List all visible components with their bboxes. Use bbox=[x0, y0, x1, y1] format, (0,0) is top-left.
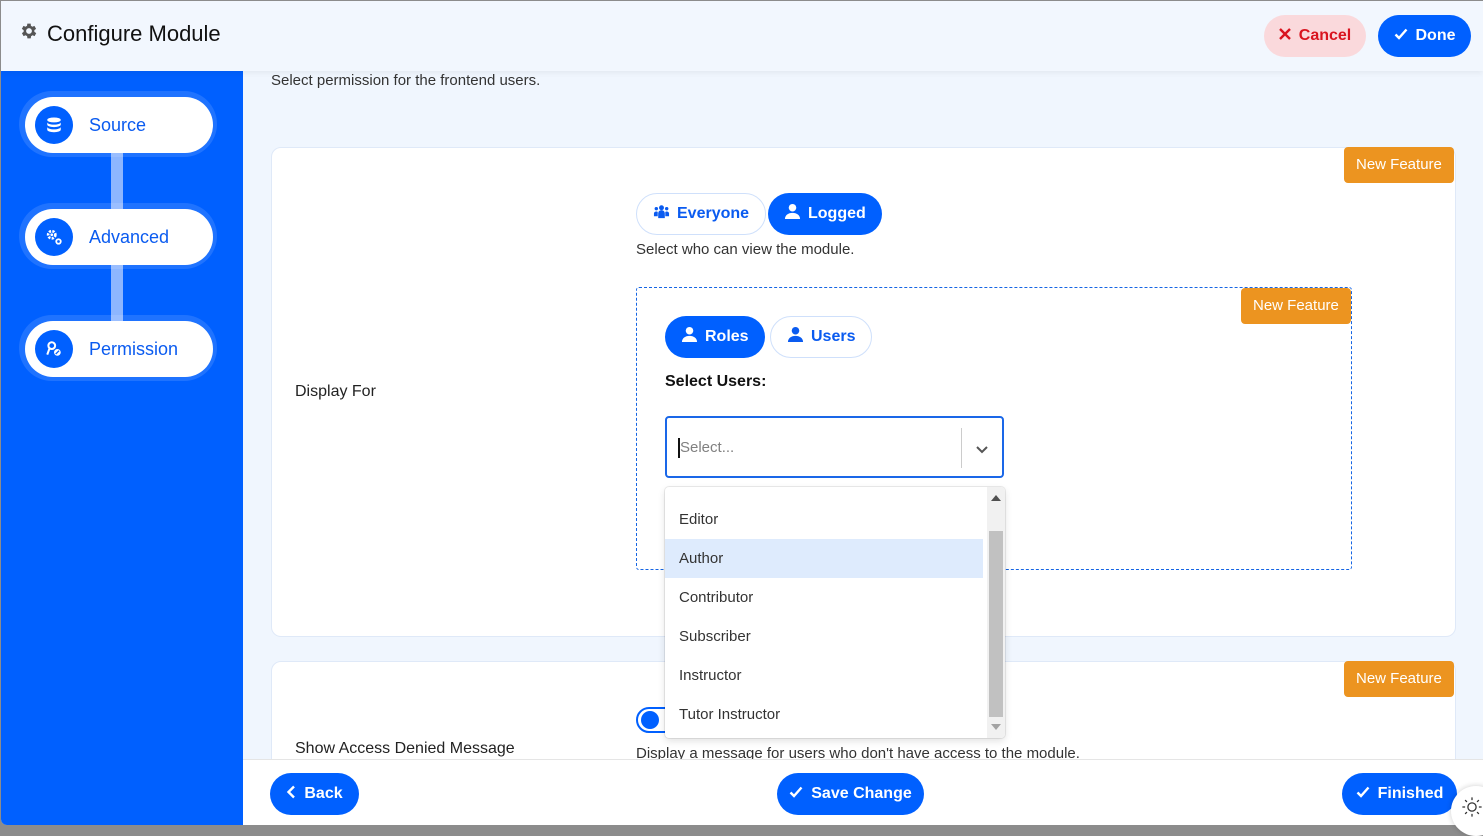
select-placeholder: Select... bbox=[680, 439, 735, 456]
audience-everyone-button[interactable]: Everyone bbox=[636, 193, 767, 235]
dropdown-option[interactable]: Tutor Instructor bbox=[665, 695, 983, 734]
access-denied-label: Show Access Denied Message bbox=[295, 740, 515, 757]
select-separator bbox=[961, 428, 962, 468]
dropdown-option[interactable]: Contributor bbox=[665, 578, 983, 617]
chevron-down-icon[interactable] bbox=[973, 440, 991, 458]
key-icon bbox=[35, 330, 73, 368]
user-icon bbox=[787, 326, 804, 348]
check-icon bbox=[1356, 785, 1370, 803]
database-icon bbox=[35, 106, 73, 144]
sidebar-step-source[interactable]: Source bbox=[19, 91, 217, 157]
check-icon bbox=[1394, 27, 1408, 45]
cancel-button[interactable]: Cancel bbox=[1264, 15, 1366, 57]
step-label: Advanced bbox=[89, 226, 170, 247]
user-icon bbox=[784, 203, 801, 225]
save-label: Save Change bbox=[811, 785, 912, 802]
mode-users-button[interactable]: Users bbox=[770, 316, 873, 358]
chip-label: Roles bbox=[705, 328, 749, 345]
dropdown-option[interactable]: Subscriber bbox=[665, 617, 983, 656]
dropdown-option[interactable]: Instructor bbox=[665, 656, 983, 695]
dropdown-option-highlighted[interactable]: Author bbox=[665, 539, 983, 578]
sidebar-step-permission[interactable]: Permission bbox=[19, 315, 217, 381]
back-button[interactable]: Back bbox=[270, 773, 359, 815]
close-icon bbox=[1278, 27, 1291, 45]
cancel-label: Cancel bbox=[1298, 27, 1352, 44]
scroll-up-arrow-icon[interactable] bbox=[991, 495, 1001, 501]
audience-logged-button[interactable]: Logged bbox=[768, 193, 882, 235]
configure-module-dialog: Configure Module Cancel Done Source Adva… bbox=[1, 1, 1483, 825]
new-feature-badge: New Feature bbox=[1344, 661, 1454, 697]
top-edge bbox=[0, 0, 1483, 1]
display-for-label: Display For bbox=[295, 383, 376, 400]
header: Configure Module Cancel Done bbox=[1, 1, 1483, 71]
toggle-knob bbox=[641, 711, 659, 729]
sidebar-step-advanced[interactable]: Advanced bbox=[19, 203, 217, 269]
gear-icon bbox=[19, 21, 39, 47]
chip-label: Logged bbox=[808, 205, 866, 222]
new-feature-badge: New Feature bbox=[1241, 288, 1351, 324]
users-icon bbox=[653, 203, 670, 225]
dropdown-option[interactable]: Editor bbox=[665, 500, 983, 539]
user-icon bbox=[681, 326, 698, 348]
intro-text: Select permission for the frontend users… bbox=[271, 72, 541, 89]
select-users-label: Select Users: bbox=[665, 373, 767, 390]
new-feature-badge: New Feature bbox=[1344, 147, 1454, 183]
step-label: Permission bbox=[89, 338, 179, 359]
check-icon bbox=[789, 785, 803, 803]
audience-hint: Select who can view the module. bbox=[636, 241, 855, 258]
mode-roles-button[interactable]: Roles bbox=[665, 316, 765, 358]
done-label: Done bbox=[1415, 27, 1456, 44]
scroll-down-arrow-icon[interactable] bbox=[991, 724, 1001, 730]
title-text: Configure Module bbox=[47, 21, 221, 46]
chip-label: Users bbox=[811, 328, 856, 345]
scrollbar-thumb[interactable] bbox=[989, 531, 1003, 717]
finished-label: Finished bbox=[1377, 785, 1444, 802]
steps-sidebar: Source Advanced Permission bbox=[1, 71, 243, 825]
select-dropdown-menu: Editor Author Contributor Subscriber Ins… bbox=[665, 487, 1005, 738]
footer-bar: Back Save Change Finished bbox=[243, 759, 1483, 825]
save-change-button[interactable]: Save Change bbox=[777, 773, 924, 815]
chevron-left-icon bbox=[286, 785, 296, 804]
page-title: Configure Module bbox=[19, 21, 221, 47]
select-users-input[interactable]: Select... bbox=[665, 416, 1004, 478]
done-button[interactable]: Done bbox=[1378, 15, 1471, 57]
dropdown-scrollbar[interactable] bbox=[987, 487, 1005, 738]
chip-label: Everyone bbox=[677, 205, 750, 222]
back-label: Back bbox=[304, 785, 343, 802]
finished-button[interactable]: Finished bbox=[1342, 773, 1457, 815]
gears-icon bbox=[35, 218, 73, 256]
step-label: Source bbox=[89, 114, 147, 135]
